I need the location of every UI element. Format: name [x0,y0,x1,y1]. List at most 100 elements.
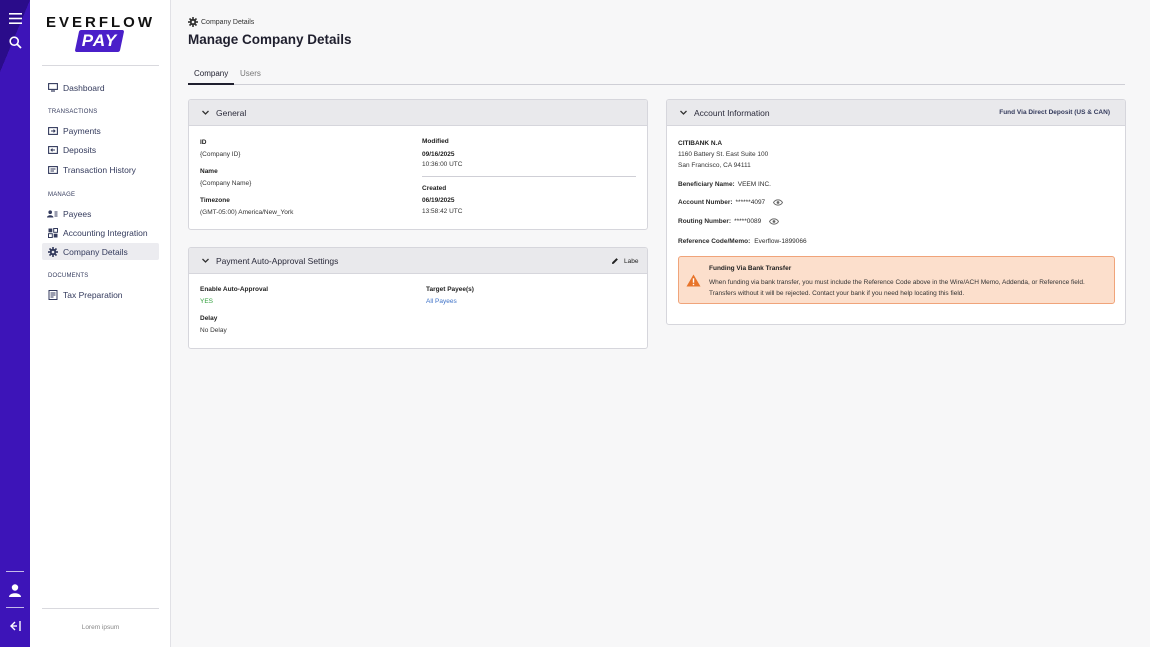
hamburger-icon [8,12,22,24]
profile-button[interactable] [0,575,30,605]
name-value: {Company Name} [200,180,252,187]
breadcrumb: Company Details [188,17,254,27]
reference-code-value: Everflow-1899066 [754,238,807,245]
id-label: ID [200,139,207,146]
chevron-down-icon [202,258,209,263]
sidebar-item-tax-preparation[interactable]: Tax Preparation [42,286,159,303]
page-title: Manage Company Details [188,32,352,47]
account-number-row: Account Number: ******4097 [678,199,784,206]
modified-label: Modified [422,138,449,145]
bank-name: CITIBANK N.A [678,140,723,147]
sidebar-section-transactions: TRANSACTIONS [48,109,98,115]
enable-auto-approval-label: Enable Auto-Approval [200,286,269,293]
created-label: Created [422,185,447,192]
sidebar-item-payees[interactable]: Payees [42,205,159,222]
brand-badge-text: PAY [81,31,118,50]
routing-number-row: Routing Number: *****0089 [678,218,780,225]
sidebar-item-label: Tax Preparation [63,289,123,300]
sidebar-item-transaction-history[interactable]: Transaction History [42,161,159,178]
general-card-header[interactable]: General [189,100,647,126]
history-icon [47,165,58,174]
sidebar-item-payments[interactable]: Payments [42,122,159,139]
modified-time: 10:36:00 UTC [422,161,463,168]
chevron-down-icon [202,110,209,115]
created-date: 06/19/2025 [422,197,455,204]
warning-body: When funding via bank transfer, you must… [709,279,1085,297]
sidebar-footer-text: Lorem ipsum [81,624,120,631]
account-number-label: Account Number: [678,199,733,206]
sidebar-section-documents: DOCUMENTS [48,273,89,279]
warning-title: Funding Via Bank Transfer [709,265,792,272]
sidebar-item-label: Payees [63,208,92,219]
auto-approval-card: Payment Auto-Approval Settings Labe Enab… [188,247,648,349]
sidebar-divider [42,65,159,66]
created-time: 13:58:42 UTC [422,208,463,215]
beneficiary-value: VEEM INC. [737,181,771,188]
eye-icon[interactable] [773,199,784,206]
modified-date: 09/16/2025 [422,151,455,158]
tab-company[interactable]: Company [188,66,235,85]
tab-users[interactable]: Users [234,66,267,85]
timezone-label: Timezone [200,197,230,204]
edit-button[interactable]: Labe [611,257,643,265]
payments-icon [47,126,58,135]
tax-icon [48,289,57,300]
sidebar-item-deposits[interactable]: Deposits [42,141,159,158]
bank-address-line-1: 1160 Battery St. East Suite 100 [678,151,769,158]
monitor-icon [47,83,58,92]
beneficiary-label: Beneficiary Name: [678,181,735,188]
chevron-down-icon [680,110,687,115]
sidebar-item-label: Dashboard [63,82,105,93]
collapse-icon [10,621,21,631]
brand-wordmark: EVERFLOW [46,14,155,31]
deposits-icon [47,145,58,154]
beneficiary-row: Beneficiary Name: VEEM INC. [678,181,771,188]
funding-warning-banner: Funding Via Bank Transfer When funding v… [678,256,1115,304]
collapse-sidebar-button[interactable] [0,611,30,641]
sidebar-item-accounting-integration[interactable]: Accounting Integration [42,224,159,241]
id-value: {Company ID} [200,151,241,158]
integration-icon [47,227,58,238]
sidebar-item-label: Deposits [63,144,97,155]
auto-approval-card-title: Payment Auto-Approval Settings [216,256,339,266]
reference-code-label: Reference Code/Memo: [678,238,751,245]
gear-icon [47,246,58,257]
brand-badge: PAY [74,30,125,52]
bank-address-line-2: San Francisco, CA 94111 [678,162,751,169]
sidebar-item-label: Company Details [63,246,128,257]
user-icon [9,583,21,597]
account-card-header[interactable]: Account Information Fund Via Direct Depo… [667,100,1125,126]
account-number-value: ******4097 [735,199,766,206]
search-icon [8,35,22,49]
auto-approval-card-header[interactable]: Payment Auto-Approval Settings Labe [189,248,647,274]
funding-method-label: Fund Via Direct Deposit (US & CAN) [999,109,1110,116]
general-card-title: General [216,108,247,118]
reference-code-row: Reference Code/Memo: Everflow-1899066 [678,238,807,245]
enable-auto-approval-value: YES [200,298,214,305]
sidebar: EVERFLOW PAY Dashboard TRANSACTIONS Paym… [30,0,171,647]
delay-label: Delay [200,315,218,322]
sidebar-section-manage: MANAGE [48,192,76,198]
pencil-icon [612,258,618,264]
eye-icon[interactable] [769,218,780,225]
search-button[interactable] [0,27,30,57]
date-divider [422,176,636,177]
edit-button-label: Labe [624,257,639,265]
warning-icon [686,274,701,287]
sidebar-item-label: Accounting Integration [63,227,148,238]
name-label: Name [200,168,218,175]
payees-icon [47,209,58,217]
rail-divider [6,607,24,608]
delay-value: No Delay [200,327,227,334]
target-payees-link[interactable]: All Payees [426,298,457,305]
brand-logo[interactable]: EVERFLOW PAY [42,12,159,56]
sidebar-item-label: Transaction History [63,164,136,175]
sidebar-item-label: Payments [63,125,101,136]
tab-bar: Company Users [188,66,1125,85]
sidebar-divider [42,608,159,609]
breadcrumb-label[interactable]: Company Details [201,19,254,26]
sidebar-item-dashboard[interactable]: Dashboard [42,79,159,96]
routing-number-label: Routing Number: [678,218,732,225]
sidebar-item-company-details[interactable]: Company Details [42,243,159,260]
routing-number-value: *****0089 [734,218,762,225]
